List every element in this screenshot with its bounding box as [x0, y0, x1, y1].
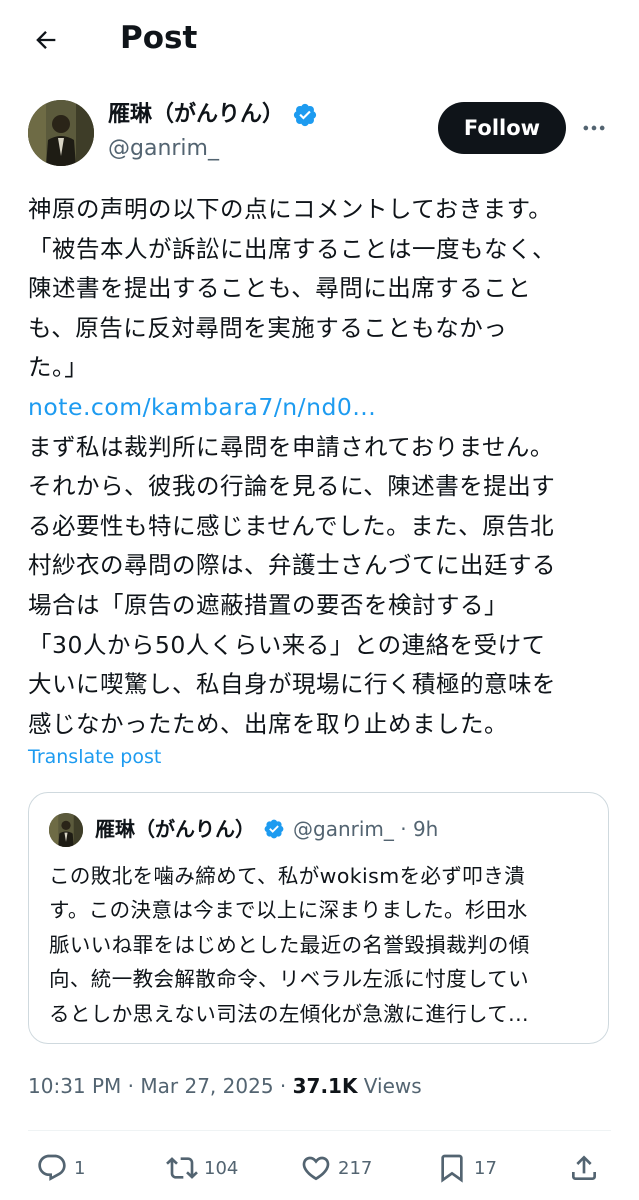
share-button[interactable]	[568, 1152, 600, 1184]
author-name-line: 雁琳（がんりん）	[108, 100, 318, 130]
verified-badge-icon	[264, 819, 284, 839]
translate-post-link[interactable]: Translate post	[28, 742, 161, 772]
post-text-line: る必要性も特に感じませんでした。また、原告北	[28, 511, 555, 540]
avatar-image	[28, 100, 94, 166]
quoted-text-line: るとしか思えない司法の左傾化が急激に進行して...	[49, 1001, 529, 1026]
action-bar: 1 104 217 17	[0, 1144, 639, 1194]
more-options-button[interactable]	[578, 112, 610, 144]
like-count: 217	[338, 1157, 373, 1179]
quoted-avatar-image	[49, 813, 83, 847]
views-label: Views	[357, 1074, 422, 1098]
like-button[interactable]: 217	[300, 1152, 372, 1184]
post-text-line: それから、彼我の行論を見るに、陳述書を提出す	[28, 472, 556, 501]
post-text-line: 大いに喫驚し、私自身が現場に行く積極的意味を	[28, 670, 556, 699]
arrow-left-icon	[36, 31, 56, 49]
post-text: 神原の声明の以下の点にコメントしておきます。 「被告本人が訴訟に出席することは一…	[28, 190, 614, 744]
quoted-avatar	[49, 813, 83, 847]
repost-button[interactable]: 104	[166, 1152, 238, 1184]
post-timestamp[interactable]: 10:31 PM · Mar 27, 2025 ·	[28, 1074, 293, 1098]
follow-button[interactable]: Follow	[438, 102, 566, 154]
post-text-line: 神原の声明の以下の点にコメントしておきます。	[28, 195, 553, 223]
post-text-line: まず私は裁判所に尋問を申請されておりません。	[28, 432, 554, 461]
post-text-line: 感じなかったため、出席を取り止めました。	[28, 709, 508, 738]
quoted-handle-time: @ganrim_ · 9h	[293, 817, 439, 841]
post-text-line: も、原告に反対尋問を実施することもなかっ	[28, 313, 508, 342]
bookmark-count: 17	[474, 1157, 497, 1179]
quoted-text-line: この敗北を噛み締めて、私がwokismを必ず叩き潰	[49, 864, 525, 888]
bookmark-icon	[441, 1154, 463, 1183]
post-text-line: 陳述書を提出することも、尋問に出席すること	[28, 274, 532, 303]
quoted-header: 雁琳（がんりん） @ganrim_ · 9h	[95, 815, 438, 843]
reply-count: 1	[74, 1157, 86, 1179]
post-author: 雁琳（がんりん） @ganrim_ Follow	[0, 96, 639, 172]
top-bar: Post	[0, 0, 639, 80]
reply-button[interactable]: 1	[36, 1152, 85, 1184]
back-button[interactable]	[24, 20, 68, 60]
quoted-text: この敗北を噛み締めて、私がwokismを必ず叩き潰 す。この決意は今まで以上に深…	[49, 859, 594, 1031]
share-icon	[572, 1155, 596, 1180]
author-display-name[interactable]: 雁琳（がんりん）	[108, 100, 284, 130]
quoted-display-name: 雁琳（がんりん）	[95, 817, 255, 841]
more-horizontal-icon	[583, 125, 605, 131]
verified-badge-icon	[293, 103, 317, 127]
quoted-text-line: 脈いいね罪をはじめとした最近の名誉毀損裁判の傾	[49, 932, 530, 957]
post-text-line: 村紗衣の尋問の際は、弁護士さんづてに出廷する	[28, 551, 556, 580]
repost-icon	[166, 1157, 198, 1179]
post-text-line: た。」	[28, 353, 89, 382]
post-link[interactable]: note.com/kambara7/n/nd0...	[28, 393, 376, 421]
author-handle[interactable]: @ganrim_	[108, 134, 219, 164]
views-count: 37.1K	[292, 1074, 358, 1098]
post-text-line: 「30人から50人くらい来る」との連絡を受けて	[28, 630, 546, 659]
quoted-text-line: す。この決意は今まで以上に深まりました。杉田水	[49, 898, 528, 923]
post-text-line: 場合は「原告の遮蔽措置の要否を検討する」	[28, 590, 508, 619]
repost-count: 104	[204, 1157, 239, 1179]
page-title: Post	[120, 20, 198, 56]
quoted-text-line: 向、統一教会解散命令、リベラル左派に忖度してい	[49, 967, 530, 992]
heart-icon	[302, 1156, 330, 1181]
quoted-post[interactable]: 雁琳（がんりん） @ganrim_ · 9h この敗北を噛み締めて、私がwoki…	[28, 792, 609, 1044]
post-metadata: 10:31 PM · Mar 27, 2025 · 37.1K Views	[28, 1070, 422, 1102]
reply-icon	[38, 1154, 66, 1181]
avatar[interactable]	[28, 100, 94, 166]
bookmark-button[interactable]: 17	[436, 1152, 497, 1184]
post-text-line: 「被告本人が訴訟に出席することは一度もなく、	[28, 234, 556, 263]
divider	[28, 1130, 611, 1131]
